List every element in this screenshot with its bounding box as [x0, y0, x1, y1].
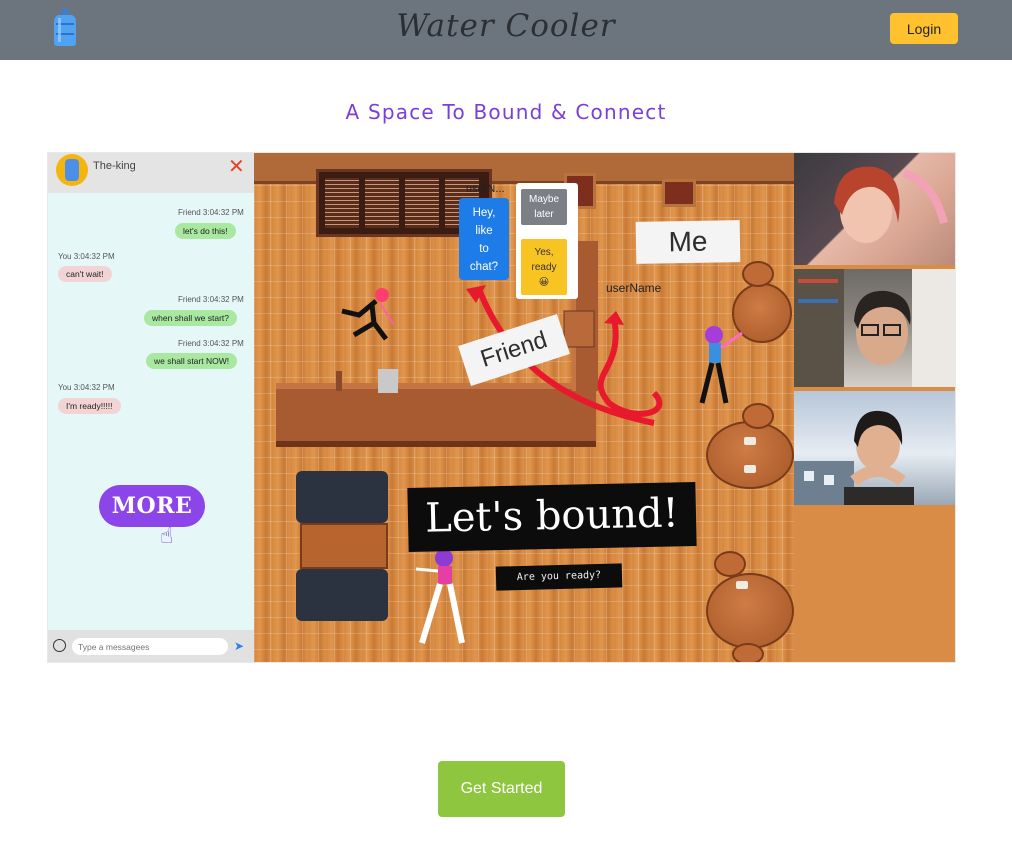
chat-panel-preview: The-king ✕ Friend 3:04:32 PM let's do th…	[48, 153, 254, 662]
chat-input-bar: ➤	[48, 630, 254, 662]
video-tile	[794, 153, 955, 265]
chat-username: The-king	[93, 160, 136, 172]
me-label-sign: Me	[635, 220, 741, 264]
chat-bubble: we shall start NOW!	[146, 353, 238, 369]
person-video-icon	[834, 166, 948, 243]
message-meta: You 3:04:32 PM	[58, 383, 115, 392]
close-icon: ✕	[228, 156, 245, 178]
person-video-icon	[794, 269, 955, 387]
video-call-column	[794, 153, 955, 662]
top-navbar: Water Cooler Login	[0, 0, 1012, 60]
message-meta: Friend 3:04:32 PM	[178, 208, 244, 217]
avatar	[56, 154, 88, 186]
chat-invite-bubble: Hey, like to chat?	[459, 198, 509, 280]
pointer-hand-icon: ☝	[160, 523, 174, 548]
dancer-figure-icon	[415, 549, 465, 644]
page-tagline: A Space To Bound & Connect	[345, 100, 667, 124]
send-icon: ➤	[234, 639, 245, 653]
chat-bubble: let's do this!	[175, 223, 236, 239]
chat-bubble: can't wait!	[58, 266, 112, 282]
lets-bound-banner: Let's bound!	[407, 481, 697, 553]
person-video-icon	[794, 410, 914, 505]
emoji-icon	[53, 639, 66, 652]
player-name-tag: userName	[606, 281, 662, 295]
chat-bubble: when shall we start?	[144, 310, 238, 326]
brand-title: Water Cooler	[396, 8, 616, 44]
chat-header: The-king ✕	[48, 153, 254, 193]
cafe-scene: userN... Hey, like to chat? Maybe later …	[254, 153, 938, 662]
cafe-floor-strip	[794, 505, 955, 662]
red-arrow-icon	[597, 317, 663, 417]
message-meta: Friend 3:04:32 PM	[178, 295, 244, 304]
more-badge: MORE	[99, 485, 205, 527]
login-button[interactable]: Login	[890, 13, 958, 44]
are-you-ready-label: Are you ready?	[495, 563, 623, 591]
hero-collage-image: The-king ✕ Friend 3:04:32 PM let's do th…	[47, 152, 956, 663]
get-started-button[interactable]: Get Started	[438, 761, 565, 817]
video-tile	[794, 269, 955, 387]
message-input-preview	[72, 638, 228, 655]
maybe-later-option: Maybe later	[521, 189, 567, 225]
chat-bubble: I'm ready!!!!!	[58, 398, 121, 414]
video-tile	[794, 391, 955, 505]
yes-ready-option: Yes, ready 😀	[521, 239, 567, 295]
dancer-figure-icon	[699, 326, 743, 404]
message-meta: Friend 3:04:32 PM	[178, 339, 244, 348]
message-meta: You 3:04:32 PM	[58, 252, 115, 261]
invite-choice-box: Maybe later Yes, ready 😀	[516, 183, 578, 299]
player-name-tag: userN...	[466, 183, 505, 195]
dancer-figure-icon	[341, 288, 395, 341]
